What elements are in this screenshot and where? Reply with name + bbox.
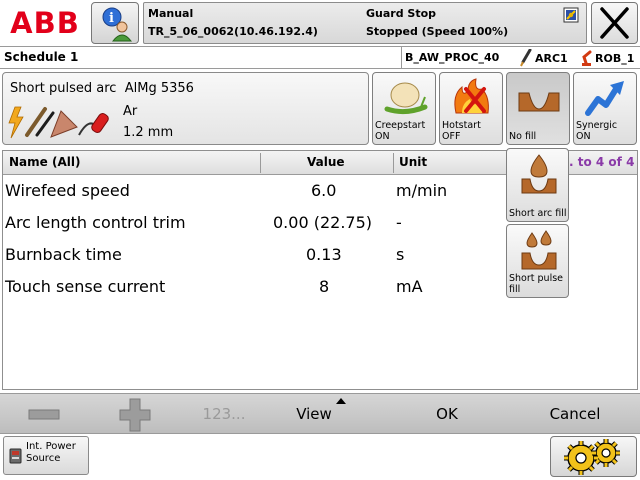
info-button[interactable]: i: [91, 2, 139, 44]
schedule-row: Schedule 1 B_AW_PROC_40 ARC1 ROB_1: [0, 47, 640, 69]
torch-icon: [520, 49, 532, 67]
welding-equipment-icon: [8, 106, 109, 139]
creepstart-button[interactable]: Creepstart ON: [372, 72, 436, 145]
param-unit: -: [396, 213, 402, 232]
param-unit: s: [396, 245, 405, 264]
param-unit: m/min: [396, 181, 448, 200]
fill-menu: Short arc fill Short pulse fill: [506, 148, 569, 300]
column-divider: [260, 153, 261, 173]
weld-process-name: Short pulsed arc: [10, 81, 117, 96]
synergic-state: ON: [576, 131, 591, 142]
column-header-unit[interactable]: Unit: [399, 151, 427, 175]
status-panel[interactable]: Manual TR_5_06_0062(10.46.192.4) Guard S…: [143, 2, 587, 44]
param-name: Touch sense current: [5, 277, 166, 296]
weld-gas: Ar: [123, 104, 138, 119]
power-source-label: Int. Power Source: [26, 441, 76, 465]
column-header-name[interactable]: Name (All): [9, 151, 80, 175]
short-pulse-fill-label: Short pulse fill: [509, 273, 563, 295]
weld-data-button[interactable]: Short pulsed arc AlMg 5356 Ar 1.2 mm: [2, 72, 369, 145]
synergic-arrow-icon: [585, 81, 624, 116]
short-pulse-fill-option[interactable]: Short pulse fill: [506, 224, 569, 298]
keypad-button[interactable]: 123...: [188, 394, 260, 435]
robot-label: ROB_1: [595, 51, 635, 65]
robot-indicator: ROB_1: [580, 47, 634, 69]
int-power-source-button[interactable]: Int. Power Source: [3, 436, 89, 475]
short-arc-fill-label: Short arc fill: [509, 208, 567, 219]
fill-label: No fill: [509, 131, 537, 142]
column-header-value[interactable]: Value: [307, 151, 345, 175]
taskbar: Int. Power Source: [0, 434, 640, 480]
arc-indicator: ARC1: [519, 47, 568, 69]
quickset-button[interactable]: [550, 436, 637, 477]
short-pulse-fill-text-2: fill: [509, 284, 521, 295]
top-bar: ABB i Manual TR_5_06_0062(10.46.192.4) G…: [0, 0, 640, 47]
param-unit: mA: [396, 277, 423, 296]
weld-process-title: Short pulsed arc AlMg 5356: [10, 81, 194, 96]
param-name: Arc length control trim: [5, 213, 186, 232]
weld-wire-size: 1.2 mm: [123, 125, 174, 140]
param-name: Burnback time: [5, 245, 122, 264]
hotstart-state: OFF: [442, 131, 461, 142]
param-value: 6.0: [311, 181, 337, 200]
hotstart-fire-icon: [454, 78, 489, 114]
hotstart-text: Hotstart: [442, 120, 481, 131]
no-fill-icon: [518, 92, 560, 112]
minus-icon: [28, 409, 60, 420]
power-source-text-1: Int. Power: [26, 441, 76, 452]
controller-state-detail: Stopped (Speed 100%): [366, 25, 509, 38]
short-arc-fill-option[interactable]: Short arc fill: [506, 148, 569, 222]
process-name: B_AW_PROC_40: [401, 47, 499, 69]
synergic-text: Synergic: [576, 120, 618, 131]
page-info: . to 4 of 4: [569, 155, 635, 169]
view-label: View: [296, 405, 332, 423]
plus-icon: [119, 398, 151, 432]
synergic-button[interactable]: Synergic ON: [573, 72, 637, 145]
schedule-title: Schedule 1: [4, 50, 79, 64]
short-pulse-fill-text: Short pulse: [509, 273, 563, 284]
stop-status-icon: [563, 7, 579, 23]
fill-button[interactable]: No fill: [506, 72, 570, 145]
robot-arm-icon: [582, 50, 592, 66]
power-source-icon: [9, 448, 22, 464]
hotstart-button[interactable]: Hotstart OFF: [439, 72, 503, 145]
arc-label: ARC1: [535, 51, 568, 65]
controller-name: TR_5_06_0062(10.46.192.4): [148, 25, 318, 38]
power-source-text-2: Source: [26, 453, 61, 464]
creepstart-state: ON: [375, 131, 390, 142]
minus-button[interactable]: [24, 394, 64, 435]
param-name: Wirefeed speed: [5, 181, 130, 200]
snail-icon: [384, 82, 428, 115]
command-bar: 123... View OK Cancel: [0, 393, 640, 434]
param-value: 0.00 (22.75): [273, 213, 372, 232]
param-value: 0.13: [306, 245, 342, 264]
abb-logo[interactable]: ABB: [3, 3, 87, 43]
weld-material: AlMg 5356: [124, 81, 194, 96]
ok-button[interactable]: OK: [415, 394, 479, 435]
close-button[interactable]: [591, 2, 638, 44]
hotstart-label: Hotstart OFF: [442, 120, 481, 142]
chevron-up-icon: [336, 398, 346, 404]
creepstart-label: Creepstart ON: [375, 120, 425, 142]
operating-mode: Manual: [148, 7, 194, 20]
creepstart-text: Creepstart: [375, 120, 426, 131]
gears-icon: [564, 439, 620, 475]
info-person-icon: i: [102, 7, 133, 42]
abb-logo-text: ABB: [10, 6, 80, 40]
short-pulse-fill-icon: [521, 230, 557, 270]
view-button[interactable]: View: [280, 394, 348, 435]
close-icon: [600, 7, 629, 39]
svg-text:i: i: [109, 11, 114, 26]
plus-button[interactable]: [115, 394, 155, 435]
param-value: 8: [319, 277, 330, 296]
column-divider: [393, 153, 394, 173]
short-arc-fill-icon: [521, 154, 557, 194]
controller-state: Guard Stop: [366, 7, 437, 20]
cancel-button[interactable]: Cancel: [538, 394, 612, 435]
synergic-label: Synergic ON: [576, 120, 617, 142]
